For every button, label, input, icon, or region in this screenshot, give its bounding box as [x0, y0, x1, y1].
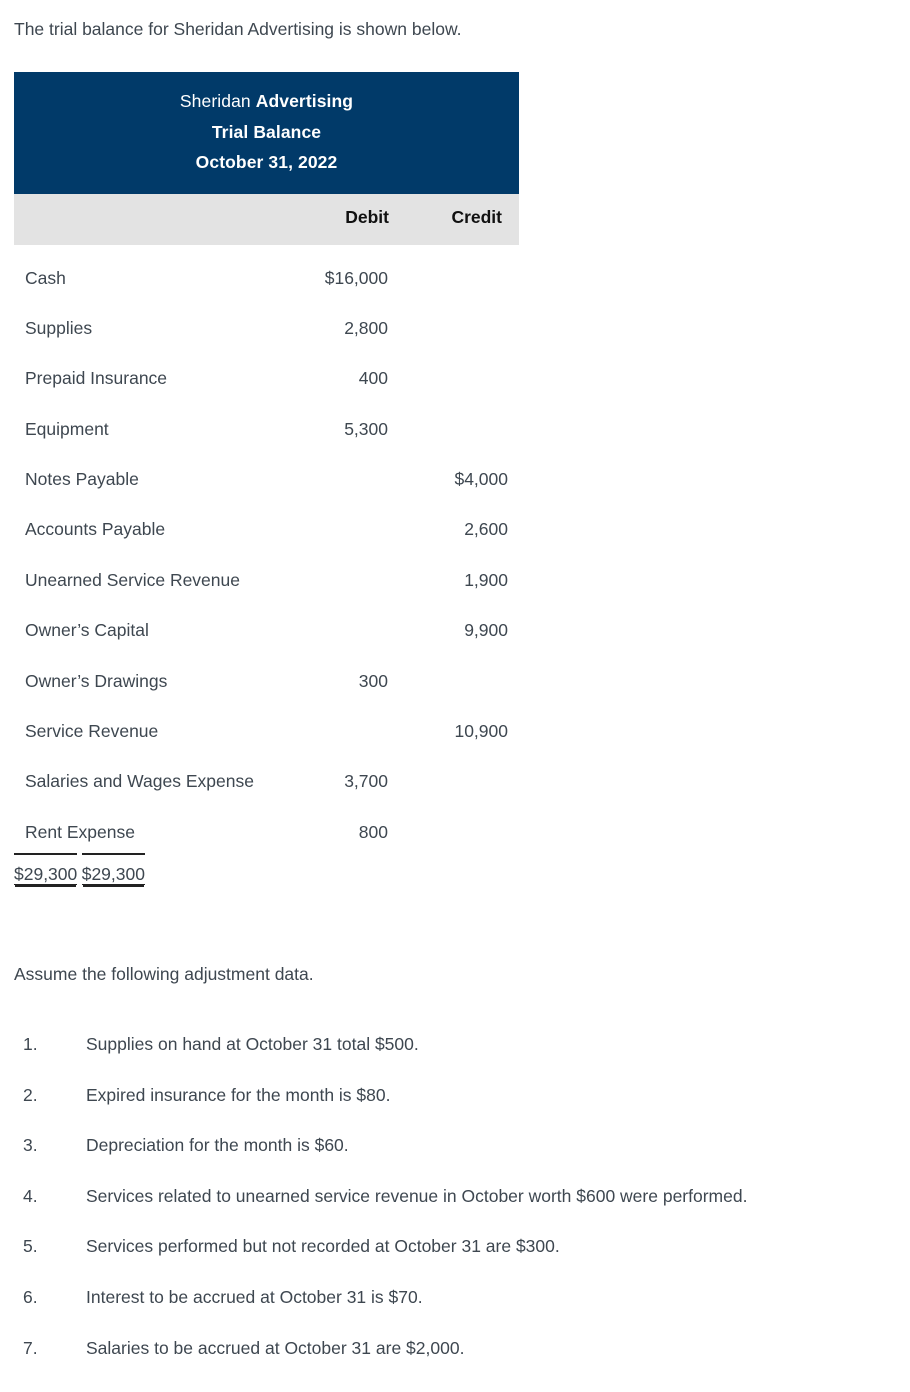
- account-label: Owner’s Drawings: [25, 670, 168, 691]
- account-label: Salaries and Wages Expense: [25, 771, 254, 792]
- list-item-number: 6.: [23, 1286, 38, 1307]
- debit-amount: 300: [358, 670, 388, 691]
- column-header-debit: Debit: [345, 206, 389, 227]
- table-row: Cash $16,000: [14, 258, 519, 308]
- list-item-number: 5.: [23, 1236, 38, 1257]
- account-label: Accounts Payable: [25, 519, 166, 540]
- list-item: 3. Depreciation for the month is $60.: [14, 1131, 904, 1182]
- statement-name: Trial Balance: [211, 121, 322, 142]
- debit-amount: 5,300: [344, 418, 388, 439]
- table-row: Notes Payable $4,000: [14, 459, 519, 509]
- account-label: Owner’s Capital: [25, 620, 149, 641]
- credit-amount: 9,900: [464, 620, 508, 641]
- total-credit-amount: $29,300: [81, 853, 145, 886]
- list-item-text: Interest to be accrued at October 31 is …: [86, 1286, 423, 1307]
- company-name-line: Sheridan Advertising: [14, 86, 519, 117]
- table-row: Accounts Payable 2,600: [14, 509, 519, 559]
- adjustments-heading: Assume the following adjustment data.: [14, 964, 314, 984]
- account-label: Equipment: [25, 418, 109, 439]
- credit-amount: 1,900: [464, 569, 508, 590]
- list-item: 4. Services related to unearned service …: [14, 1182, 904, 1233]
- table-row: Service Revenue 10,900: [14, 711, 519, 761]
- list-item-text: Depreciation for the month is $60.: [86, 1135, 349, 1156]
- intro-text: The trial balance for Sheridan Advertisi…: [14, 19, 462, 39]
- list-item: 1. Supplies on hand at October 31 total …: [14, 1030, 904, 1081]
- list-item: 7. Salaries to be accrued at October 31 …: [14, 1334, 904, 1385]
- table-row: Unearned Service Revenue 1,900: [14, 560, 519, 610]
- list-item-number: 1.: [23, 1034, 38, 1054]
- account-label: Service Revenue: [25, 721, 159, 742]
- debit-amount: 2,800: [344, 317, 388, 338]
- column-header-credit: Credit: [451, 206, 502, 227]
- credit-amount: 2,600: [464, 519, 508, 540]
- list-item-number: 4.: [23, 1185, 38, 1206]
- account-label: Unearned Service Revenue: [25, 569, 240, 590]
- credit-amount: 10,900: [454, 721, 508, 742]
- list-item-number: 3.: [23, 1135, 38, 1156]
- list-item-number: 7.: [23, 1337, 38, 1358]
- table-row: Prepaid Insurance 400: [14, 358, 519, 408]
- list-item-text: Salaries to be accrued at October 31 are…: [86, 1337, 465, 1358]
- debit-amount: 800: [358, 821, 388, 842]
- table-row: Supplies 2,800: [14, 308, 519, 358]
- list-item: 6. Interest to be accrued at October 31 …: [14, 1283, 904, 1334]
- debit-amount: 3,700: [344, 771, 388, 792]
- trial-balance-page: The trial balance for Sheridan Advertisi…: [0, 0, 910, 1392]
- account-label: Supplies: [25, 317, 93, 338]
- credit-amount: $4,000: [454, 469, 508, 490]
- account-label: Cash: [25, 267, 66, 288]
- trial-balance-title-block: Sheridan Advertising Trial Balance Octob…: [14, 72, 519, 194]
- trial-balance-body: Cash $16,000 Supplies 2,800 Prepaid Insu…: [14, 245, 519, 925]
- total-debit-amount: $29,300: [14, 853, 78, 886]
- list-item: 5. Services performed but not recorded a…: [14, 1232, 904, 1283]
- table-row: Owner’s Capital 9,900: [14, 610, 519, 660]
- account-label: Prepaid Insurance: [25, 368, 168, 389]
- trial-balance-table: Sheridan Advertising Trial Balance Octob…: [14, 72, 519, 924]
- list-item-text: Services performed but not recorded at O…: [86, 1236, 560, 1257]
- list-item-text: Supplies on hand at October 31 total $50…: [86, 1034, 419, 1054]
- debit-amount: $16,000: [324, 267, 388, 288]
- list-item-number: 2.: [23, 1084, 38, 1105]
- totals-row: $29,300 $29,300: [14, 853, 519, 924]
- adjustments-list: 1. Supplies on hand at October 31 total …: [14, 1030, 904, 1384]
- company-name-bold: Advertising: [255, 91, 354, 111]
- column-header-row: Debit Credit: [14, 193, 519, 245]
- company-name-regular: Sheridan: [179, 91, 256, 111]
- statement-date: October 31, 2022: [195, 152, 338, 172]
- table-row: Owner’s Drawings 300: [14, 661, 519, 711]
- table-row: Salaries and Wages Expense 3,700: [14, 761, 519, 811]
- list-item-text: Services related to unearned service rev…: [86, 1185, 748, 1206]
- account-label: Rent Expense: [25, 821, 135, 842]
- table-row: Equipment 5,300: [14, 409, 519, 459]
- account-label: Notes Payable: [25, 469, 139, 490]
- debit-amount: 400: [358, 368, 388, 389]
- list-item-text: Expired insurance for the month is $80.: [86, 1084, 391, 1105]
- list-item: 2. Expired insurance for the month is $8…: [14, 1081, 904, 1132]
